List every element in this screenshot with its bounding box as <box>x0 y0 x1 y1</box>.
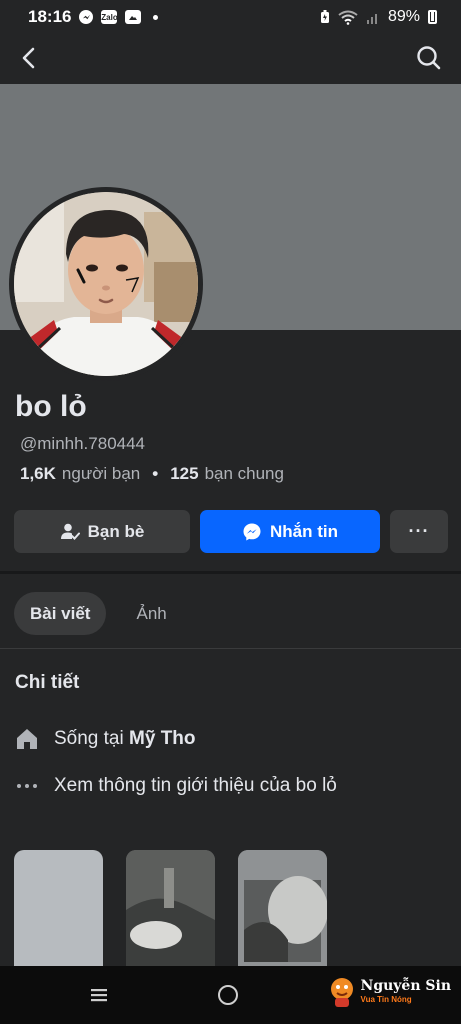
status-bar: 18:16 Zalo 89% <box>0 0 461 34</box>
message-button-label: Nhắn tin <box>270 521 338 541</box>
status-left: 18:16 Zalo <box>28 7 159 27</box>
signal-icon <box>366 14 377 24</box>
friends-button[interactable]: Bạn bè <box>14 510 190 553</box>
profile-avatar[interactable] <box>9 187 203 381</box>
watermark-subtitle: Vua Tin Nóng <box>360 994 412 1004</box>
friend-label: người bạn <box>61 464 141 483</box>
search-button[interactable] <box>413 42 445 74</box>
wifi-icon <box>338 10 358 25</box>
zalo-icon: Zalo <box>101 10 118 24</box>
friends-button-label: Bạn bè <box>87 521 145 541</box>
section-divider <box>0 571 461 574</box>
message-button[interactable]: Nhắn tin <box>200 510 380 553</box>
battery-saver-icon <box>320 10 329 23</box>
lives-in-prefix: Sống tại <box>54 728 124 749</box>
separator-dot: • <box>152 464 159 483</box>
tab-photos[interactable]: Ảnh <box>120 592 182 635</box>
gallery-icon <box>125 10 142 24</box>
back-button[interactable] <box>14 42 46 74</box>
status-right: 89% <box>320 8 437 26</box>
avatar-photo <box>14 192 198 376</box>
chevron-left-icon <box>22 47 35 69</box>
tabs-divider <box>0 648 461 649</box>
profile-name: bo lỏ <box>15 390 87 423</box>
battery-icon <box>428 10 437 24</box>
friend-check-icon <box>60 523 80 540</box>
mutual-friend-count: 125 <box>170 464 199 483</box>
recent-apps-icon[interactable] <box>88 986 110 1004</box>
see-about-info-label: Xem thông tin giới thiệu của bo lỏ <box>54 775 337 796</box>
mutual-friend-label: bạn chung <box>204 464 284 483</box>
tab-posts[interactable]: Bài viết <box>14 592 107 635</box>
watermark-logo: Nguyễn Sin Vua Tin Nóng <box>327 974 451 1008</box>
app-top-bar <box>0 34 461 84</box>
see-about-info-link[interactable]: Xem thông tin giới thiệu của bo lỏ <box>14 773 337 799</box>
home-button[interactable] <box>218 985 238 1005</box>
messenger-icon <box>243 523 261 540</box>
featured-photo[interactable] <box>238 850 327 970</box>
lives-in-place: Mỹ Tho <box>129 728 196 749</box>
search-icon <box>417 46 441 70</box>
profile-tabs: Bài viết Ảnh <box>14 592 183 635</box>
messenger-icon <box>79 10 94 24</box>
watermark-text: Nguyễn Sin Vua Tin Nóng <box>361 979 451 1004</box>
details-heading: Chi tiết <box>15 672 80 693</box>
more-options-button[interactable]: ··· <box>390 510 448 553</box>
system-navigation-bar: Nguyễn Sin Vua Tin Nóng <box>0 966 461 1024</box>
more-dots-icon <box>17 784 37 788</box>
friend-count: 1,6K <box>20 464 56 483</box>
profile-username: @minhh.780444 <box>20 434 146 453</box>
watermark-name: Nguyễn Sin <box>360 977 451 994</box>
battery-percent: 89% <box>387 8 420 25</box>
profile-stats[interactable]: 1,6K người bạn • 125 bạn chung <box>20 464 284 484</box>
featured-photo[interactable] <box>14 850 103 970</box>
status-time: 18:16 <box>28 7 72 26</box>
detail-lives-in: Sống tại Mỹ Tho <box>14 726 196 752</box>
featured-photos <box>14 850 327 970</box>
more-notifications-dot <box>153 14 159 20</box>
featured-photo[interactable] <box>126 850 215 970</box>
home-icon <box>17 729 37 749</box>
lives-in-text: Sống tại Mỹ Tho <box>54 728 196 750</box>
mascot-icon <box>330 978 353 1007</box>
profile-actions: Bạn bè Nhắn tin ··· <box>14 510 448 553</box>
